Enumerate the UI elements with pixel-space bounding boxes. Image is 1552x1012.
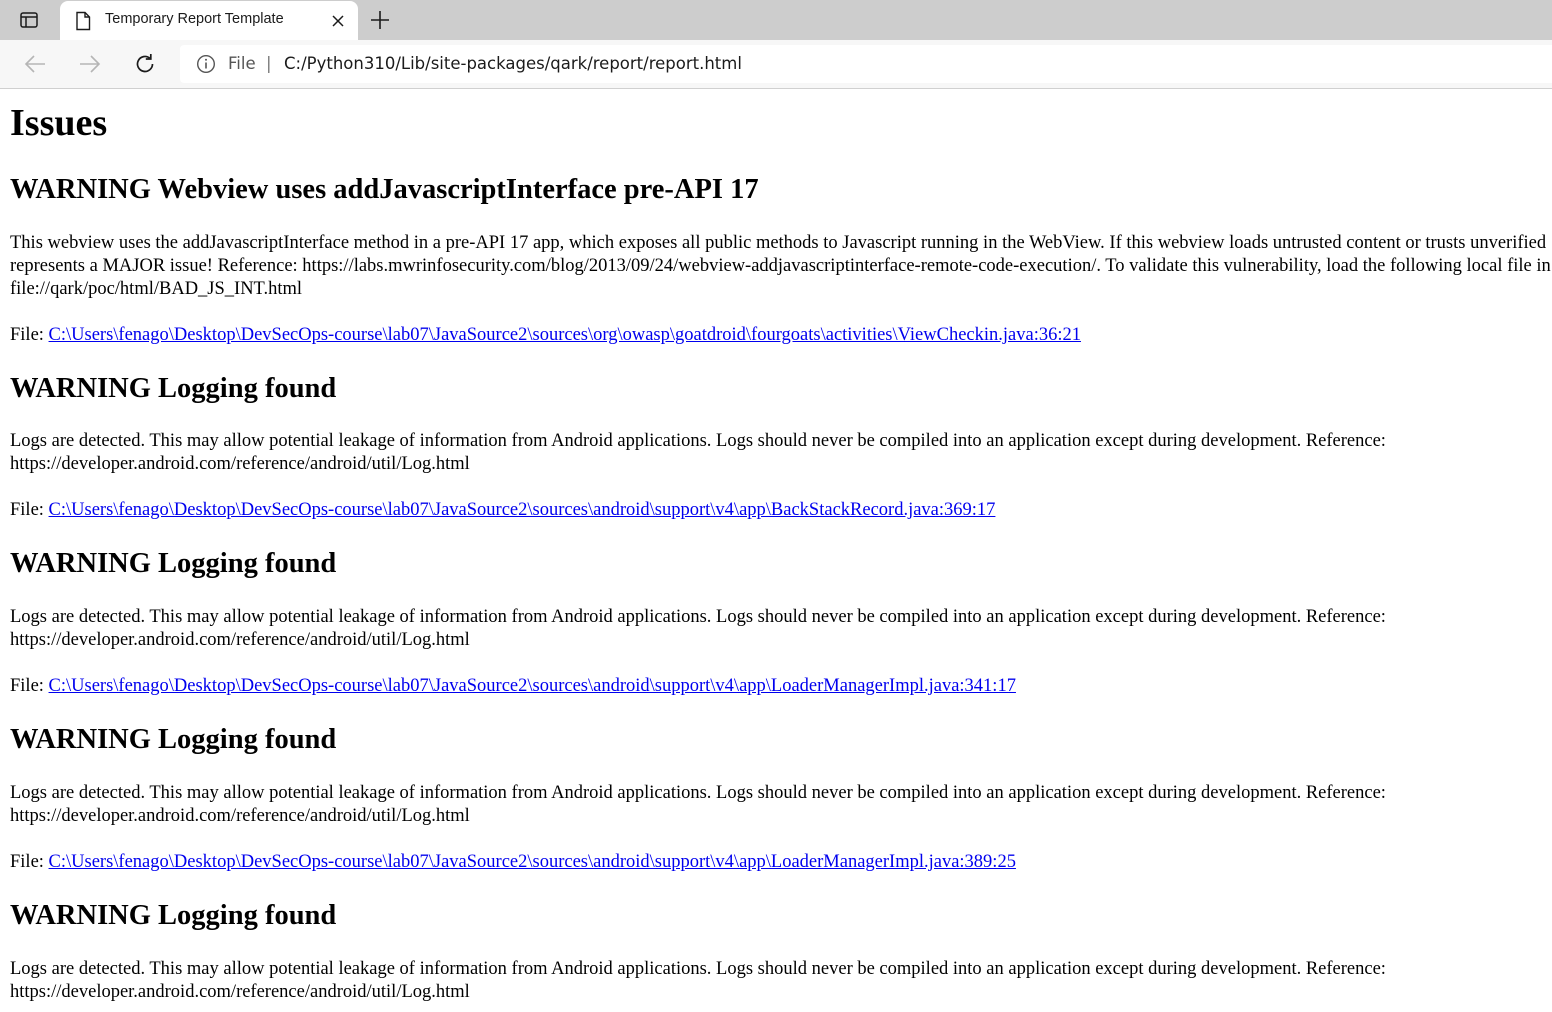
issue-description: This webview uses the addJavascriptInter… — [10, 232, 1552, 301]
new-tab-button[interactable] — [366, 6, 394, 34]
description-line: https://developer.android.com/reference/… — [10, 806, 470, 826]
issue-file: File: C:\Users\fenago\Desktop\DevSecOps-… — [10, 851, 1016, 874]
browser-toolbar: File | C:/Python310/Lib/site-packages/qa… — [0, 40, 1552, 89]
back-button[interactable] — [20, 50, 50, 78]
issue-description: Logs are detected. This may allow potent… — [10, 430, 1386, 476]
issue-heading: WARNING Logging found — [10, 900, 337, 931]
file-link[interactable]: C:\Users\fenago\Desktop\DevSecOps-course… — [49, 325, 1081, 345]
issue-heading: WARNING Logging found — [10, 548, 337, 579]
issue-file: File: C:\Users\fenago\Desktop\DevSecOps-… — [10, 499, 995, 522]
file-prefix: File: — [10, 676, 49, 696]
tab-actions-icon — [20, 12, 38, 28]
description-line: https://developer.android.com/reference/… — [10, 454, 470, 474]
issue-heading: WARNING Logging found — [10, 373, 337, 404]
page-icon — [76, 11, 91, 31]
description-line: https://developer.android.com/reference/… — [10, 982, 470, 1002]
url-text[interactable]: C:/Python310/Lib/site-packages/qark/repo… — [284, 54, 742, 73]
file-link[interactable]: C:\Users\fenago\Desktop\DevSecOps-course… — [49, 500, 996, 520]
tab-strip: Temporary Report Template — [0, 0, 1552, 40]
issue-heading: WARNING Logging found — [10, 724, 337, 755]
refresh-button[interactable] — [130, 50, 160, 78]
file-prefix: File: — [10, 500, 49, 520]
issue-description: Logs are detected. This may allow potent… — [10, 782, 1386, 828]
forward-button[interactable] — [75, 50, 105, 78]
issue-description: Logs are detected. This may allow potent… — [10, 606, 1386, 652]
issue-file: File: C:\Users\fenago\Desktop\DevSecOps-… — [10, 675, 1016, 698]
description-line: Logs are detected. This may allow potent… — [10, 607, 1386, 627]
description-line: file://qark/poc/html/BAD_JS_INT.html — [10, 279, 303, 299]
description-line: Logs are detected. This may allow potent… — [10, 783, 1386, 803]
description-line: https://developer.android.com/reference/… — [10, 630, 470, 650]
issue-heading: WARNING Webview uses addJavascriptInterf… — [10, 174, 759, 205]
issue-file: File: C:\Users\fenago\Desktop\DevSecOps-… — [10, 324, 1081, 347]
description-line: This webview uses the addJavascriptInter… — [10, 233, 1552, 253]
tab-active[interactable]: Temporary Report Template — [60, 1, 358, 40]
page-content: Issues WARNING Webview uses addJavascrip… — [10, 89, 1552, 1012]
plus-icon — [371, 11, 389, 29]
refresh-icon — [136, 54, 154, 73]
file-link[interactable]: C:\Users\fenago\Desktop\DevSecOps-course… — [49, 852, 1016, 872]
description-line: Logs are detected. This may allow potent… — [10, 431, 1386, 451]
tab-close-button[interactable] — [328, 11, 348, 31]
description-line: Logs are detected. This may allow potent… — [10, 959, 1386, 979]
file-prefix: File: — [10, 325, 49, 345]
issue-description: Logs are detected. This may allow potent… — [10, 958, 1386, 1004]
tab-title: Temporary Report Template — [105, 11, 284, 27]
arrow-left-icon — [24, 55, 45, 73]
info-icon[interactable] — [196, 54, 216, 74]
page-title: Issues — [10, 102, 108, 144]
arrow-right-icon — [80, 55, 101, 73]
address-separator: | — [266, 54, 272, 73]
description-line: represents a MAJOR issue! Reference: htt… — [10, 256, 1552, 276]
close-icon — [332, 15, 344, 27]
address-bar[interactable]: File | C:/Python310/Lib/site-packages/qa… — [180, 45, 1552, 83]
tab-actions-button[interactable] — [14, 8, 44, 32]
scheme-label: File — [228, 54, 256, 73]
file-link[interactable]: C:\Users\fenago\Desktop\DevSecOps-course… — [49, 676, 1016, 696]
file-prefix: File: — [10, 852, 49, 872]
